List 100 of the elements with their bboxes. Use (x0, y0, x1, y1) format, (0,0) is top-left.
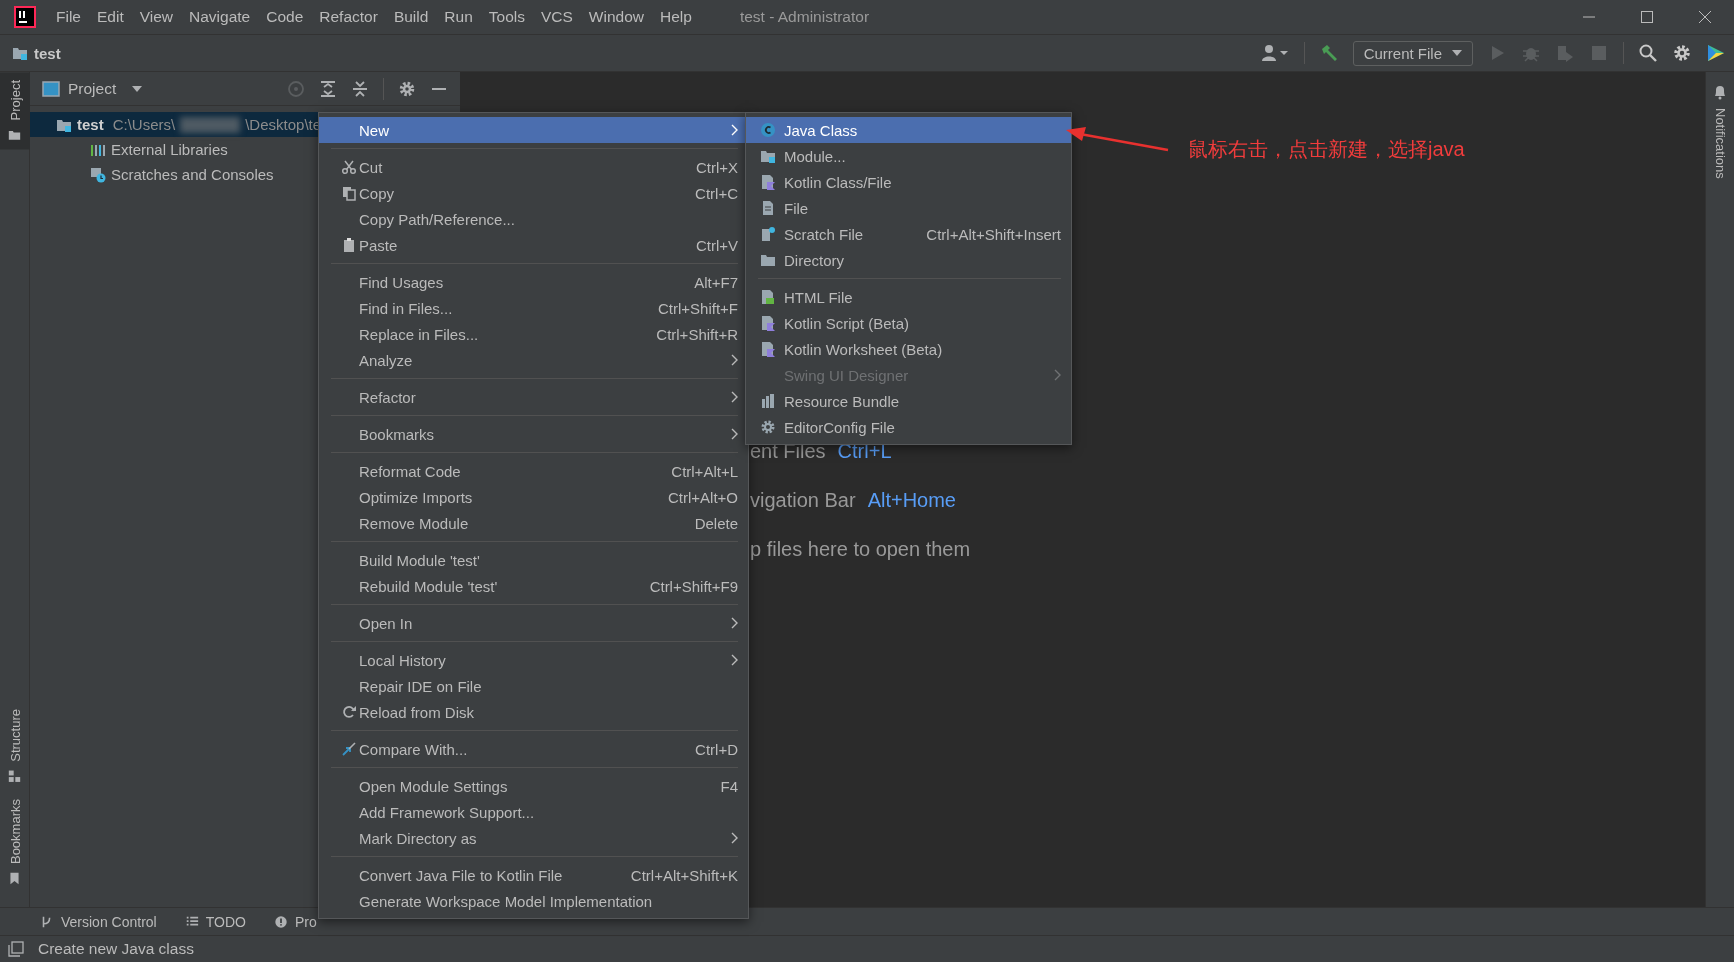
kotlin-file-icon (760, 174, 776, 190)
tool-window-button[interactable]: Version Control (40, 913, 157, 930)
menu-item[interactable]: Optimize Imports Ctrl+Alt+O (319, 484, 748, 510)
shortcut-label: Ctrl+Shift+F9 (648, 577, 738, 595)
menu-item[interactable]: Rebuild Module 'test' Ctrl+Shift+F9 (319, 573, 748, 599)
menu-item[interactable]: Refactor (319, 384, 748, 410)
menu-item[interactable]: Kotlin Worksheet (Beta) (746, 336, 1071, 362)
menu-item[interactable]: Copy Ctrl+C (319, 180, 748, 206)
shortcut-label: Ctrl+V (694, 236, 738, 254)
menu-bar-item[interactable]: File (48, 4, 89, 30)
module-folder-icon (760, 148, 776, 164)
settings-icon[interactable] (398, 79, 416, 98)
menu-bar-item[interactable]: Refactor (311, 4, 386, 30)
shortcut-label: Delete (693, 514, 738, 532)
folder-icon (8, 128, 22, 142)
menu-item[interactable]: Compare With... Ctrl+D (319, 736, 748, 762)
tool-window-button[interactable]: Pro (273, 913, 317, 930)
menu-item[interactable]: Remove Module Delete (319, 510, 748, 536)
menu-item[interactable]: New (319, 117, 748, 143)
hint-text: p files here to open them (750, 538, 971, 561)
panel-title[interactable]: Project (68, 79, 117, 98)
compare-arrows-icon (341, 741, 357, 757)
app-logo-icon[interactable] (14, 6, 36, 28)
menu-item[interactable]: EditorConfig File (746, 414, 1071, 440)
menu-bar-item[interactable]: View (131, 4, 182, 30)
shortcut-label: Ctrl+Alt+Shift+K (629, 866, 738, 884)
run-configuration-dropdown[interactable]: Current File (1352, 40, 1473, 66)
caret-icon (1452, 50, 1462, 56)
path-text: C:\Users\ (112, 116, 176, 133)
menu-item[interactable]: File (746, 195, 1071, 221)
caret-icon[interactable] (132, 85, 143, 92)
shortcut-label: Ctrl+Shift+F (656, 299, 738, 317)
shortcut-label: Ctrl+X (694, 158, 738, 176)
menu-item[interactable]: Open Module Settings F4 (319, 773, 748, 799)
menu-bar-item[interactable]: Help (652, 4, 700, 30)
menu-bar-item[interactable]: Code (258, 4, 312, 30)
menu-bar-item[interactable]: Build (385, 4, 437, 30)
module-folder-icon (12, 45, 28, 61)
menu-item[interactable]: Bookmarks (319, 421, 748, 447)
menu-item[interactable]: Find in Files... Ctrl+Shift+F (319, 295, 748, 321)
menu-item[interactable]: Directory (746, 247, 1071, 273)
menu-item[interactable]: HTML File (746, 284, 1071, 310)
settings-icon[interactable] (1672, 43, 1692, 63)
menu-item[interactable]: Local History (319, 647, 748, 673)
expand-all-icon[interactable] (319, 79, 337, 98)
menu-bar-item[interactable]: Run (436, 4, 481, 30)
status-text: Create new Java class (38, 940, 194, 958)
menu-item[interactable]: Kotlin Script (Beta) (746, 310, 1071, 336)
menu-bar-item[interactable]: Tools (480, 4, 533, 30)
menu-bar-item[interactable]: Navigate (181, 4, 259, 30)
menu-item[interactable]: Reload from Disk (319, 699, 748, 725)
tool-window-tab[interactable]: Structure (0, 701, 30, 791)
reload-icon (341, 704, 357, 720)
menu-item[interactable]: Scratch File Ctrl+Alt+Shift+Insert (746, 221, 1071, 247)
menu-bar-item[interactable]: VCS (532, 4, 581, 30)
menu-item[interactable]: Repair IDE on File (319, 673, 748, 699)
shortcut-label: Ctrl+Alt+Shift+Insert (925, 225, 1061, 243)
menu-item[interactable]: Generate Workspace Model Implementation (319, 888, 748, 914)
menu-item[interactable]: Module... (746, 143, 1071, 169)
shortcut-text: Alt+Home (867, 489, 956, 512)
copy-icon (341, 185, 357, 201)
window-icon[interactable] (8, 941, 24, 957)
menu-item[interactable]: Open In (319, 610, 748, 636)
resource-bundle-icon (760, 393, 776, 409)
html-file-icon (760, 289, 776, 305)
breadcrumb[interactable]: test (12, 44, 61, 62)
menu-bar-item[interactable]: Edit (89, 4, 132, 30)
blurred-text (180, 116, 241, 133)
menu-item[interactable]: Copy Path/Reference... (319, 206, 748, 232)
close-icon[interactable] (1698, 10, 1712, 24)
search-icon[interactable] (1638, 43, 1658, 63)
tool-window-tab[interactable]: Project (0, 72, 30, 150)
menu-item[interactable]: Resource Bundle (746, 388, 1071, 414)
bookmark-icon (8, 872, 22, 885)
menu-item[interactable]: Convert Java File to Kotlin File Ctrl+Alt+Shift+K (319, 862, 748, 888)
plugin-logo-icon[interactable] (1706, 43, 1726, 63)
tool-window-tab[interactable]: Bookmarks (0, 790, 30, 893)
menu-item[interactable]: Add Framework Support... (319, 799, 748, 825)
shortcut-label: Ctrl+Shift+R (655, 325, 738, 343)
tool-window-button[interactable]: TODO (184, 913, 246, 930)
maximize-icon[interactable] (1640, 10, 1654, 24)
menu-item[interactable]: Analyze (319, 347, 748, 373)
menu-item[interactable]: Paste Ctrl+V (319, 232, 748, 258)
menu-item[interactable]: Build Module 'test' (319, 547, 748, 573)
hint-text: vigation Bar (750, 489, 856, 512)
menu-item[interactable]: Replace in Files... Ctrl+Shift+R (319, 321, 748, 347)
scissors-icon (341, 159, 357, 175)
menu-bar-item[interactable]: Window (580, 4, 652, 30)
menu-item[interactable]: Java Class (746, 117, 1071, 143)
user-icon[interactable] (1259, 43, 1290, 63)
menu-item[interactable]: Mark Directory as (319, 825, 748, 851)
collapse-all-icon[interactable] (351, 79, 369, 98)
menu-item[interactable]: Reformat Code Ctrl+Alt+L (319, 458, 748, 484)
clipboard-icon (341, 237, 357, 253)
tool-window-tab[interactable]: Notifications (1712, 108, 1728, 179)
bell-icon[interactable] (1712, 84, 1728, 100)
menu-item[interactable]: Find Usages Alt+F7 (319, 269, 748, 295)
shortcut-label: Ctrl+Alt+O (666, 488, 738, 506)
menu-item[interactable]: Kotlin Class/File (746, 169, 1071, 195)
shortcut-label: F4 (719, 777, 738, 795)
